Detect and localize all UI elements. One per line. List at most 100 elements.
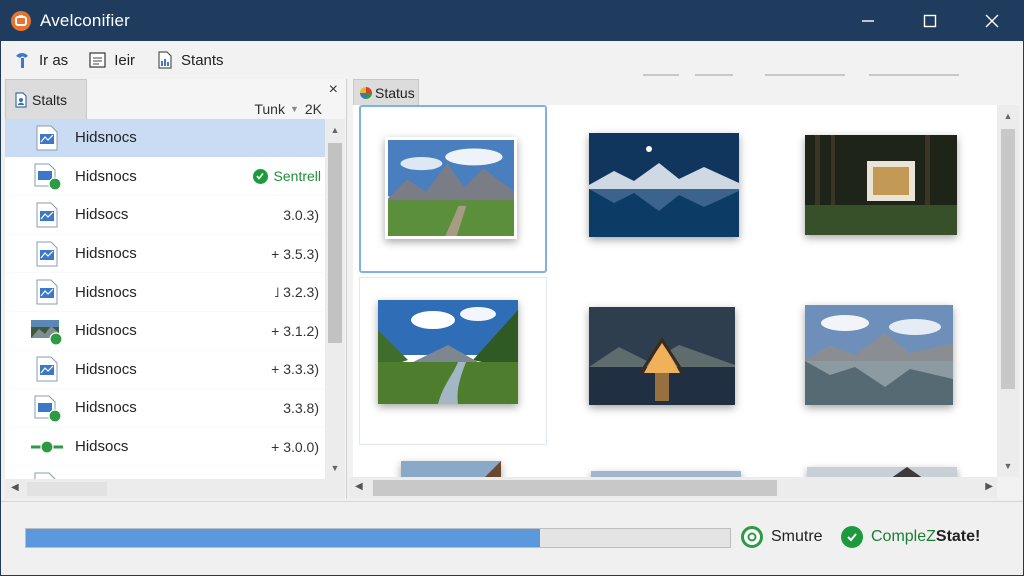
thumbnail-grid xyxy=(353,105,997,477)
list-item-value: + 3.5.3) xyxy=(271,245,319,262)
status-pinwheel-icon xyxy=(359,86,373,100)
thumbnail-cell[interactable] xyxy=(359,277,547,445)
list-item-label: Hidsnocs xyxy=(75,129,137,147)
list-item[interactable]: Hidsnocs Sentrell xyxy=(5,158,325,197)
image-file-icon xyxy=(31,201,63,229)
valley-river-photo xyxy=(378,300,518,404)
file-list: Hidsnocs Hidsnocs Sentrell Hidsocs 3.0.3) Hid… xyxy=(5,119,325,479)
scroll-left-icon[interactable]: ◀ xyxy=(355,481,363,492)
thumbnail-cell[interactable] xyxy=(791,105,979,273)
list-item[interactable]: Hidsnocs+ 3.2.8) xyxy=(5,466,325,479)
close-icon xyxy=(985,14,999,28)
partial-photo xyxy=(807,467,957,477)
list-item-label: Hidsocs xyxy=(75,438,129,456)
toolbar-divider xyxy=(643,74,679,76)
scroll-up-icon[interactable]: ▲ xyxy=(997,107,1019,125)
toolbar-button-stants[interactable]: Stants xyxy=(155,50,224,70)
horizontal-scrollbar[interactable]: ◀ xyxy=(5,479,345,499)
checkmark-icon xyxy=(252,168,268,184)
status-label: Smutre xyxy=(771,528,823,545)
vertical-scrollbar[interactable]: ▲ ▼ xyxy=(325,119,345,479)
chevron-down-icon: ▼ xyxy=(289,104,299,114)
mountain-meadow-photo xyxy=(385,137,517,239)
list-item[interactable]: Hidsnocs xyxy=(5,119,325,158)
toolbar-divider xyxy=(765,74,845,76)
toolbar-button-ir-as[interactable]: Ir as xyxy=(13,50,68,70)
slider-ok-icon xyxy=(31,433,63,461)
window-title: Avelconifier xyxy=(40,11,130,30)
image-file-ok-icon xyxy=(31,394,63,423)
list-item-value: 3.0.3) xyxy=(283,206,319,223)
sync-icon xyxy=(741,526,763,548)
list-item-value: ˩ 3.2.3) xyxy=(273,284,319,301)
scroll-right-icon[interactable]: ▶ xyxy=(985,481,993,492)
scroll-down-icon[interactable]: ▼ xyxy=(325,459,345,477)
list-item[interactable]: Hidsocs + 3.0.0) xyxy=(5,428,325,467)
thumbnail-cell[interactable] xyxy=(791,277,979,445)
toolbar-button-ieir[interactable]: Ieir xyxy=(88,50,135,70)
status-label-bold: State! xyxy=(935,528,981,545)
lit-cabin-photo xyxy=(589,307,735,405)
photo-thumb-ok-icon xyxy=(31,317,63,346)
panel-close-button[interactable]: × xyxy=(329,81,338,99)
thumbnail-cell[interactable] xyxy=(575,277,763,445)
close-button[interactable] xyxy=(961,1,1023,41)
tab-stalts[interactable]: Stalts xyxy=(5,79,87,119)
forest-frame-photo xyxy=(805,135,957,235)
status-label: CompleZ xyxy=(871,528,936,545)
list-item[interactable]: Hidsnocs + 3.3.3) xyxy=(5,351,325,390)
image-file-ok-icon xyxy=(31,471,63,479)
list-item-label: Hidsocs xyxy=(75,206,129,224)
toolbar-divider xyxy=(869,74,959,76)
thumbnail-cell[interactable] xyxy=(575,105,763,273)
thumbnail-cell-selected[interactable] xyxy=(359,105,547,273)
scroll-thumb[interactable] xyxy=(27,482,107,496)
status-bar: Smutre CompleZ State! xyxy=(1,501,1023,575)
list-item-value: + 3.1.2) xyxy=(271,322,319,339)
sort-label: Tunk xyxy=(254,101,285,117)
mountain-lake-photo xyxy=(805,305,953,405)
scroll-thumb[interactable] xyxy=(373,480,777,496)
tab-label: Stalts xyxy=(32,91,68,108)
list-item[interactable]: Hidsocs 3.0.3) xyxy=(5,196,325,235)
status-complete: CompleZ State! xyxy=(841,526,980,548)
minimize-icon xyxy=(862,20,874,22)
document-icon xyxy=(88,50,108,70)
list-item[interactable]: Hidsnocs + 3.1.2) xyxy=(5,312,325,351)
sort-value: 2K xyxy=(304,101,322,117)
list-item-value: + 3.3.3) xyxy=(271,361,319,378)
image-file-ok-icon xyxy=(31,162,63,191)
file-list-panel: Stalts × Tunk ▼ 2K Hidsnocs Hidsnocs Sentr… xyxy=(5,79,347,499)
list-item[interactable]: Hidsnocs + 3.5.3) xyxy=(5,235,325,274)
sort-control[interactable]: Tunk ▼ 2K xyxy=(254,101,322,117)
list-item-status: Sentrell xyxy=(252,168,321,185)
scroll-left-icon[interactable]: ◀ xyxy=(11,482,19,493)
scroll-up-icon[interactable]: ▲ xyxy=(325,121,345,139)
list-item-label: Hidsnocs xyxy=(75,399,137,417)
scroll-thumb[interactable] xyxy=(328,143,342,343)
list-item-label: Hidsnocs xyxy=(75,360,137,378)
list-item-label: Hidsnocs xyxy=(75,167,137,185)
image-file-icon xyxy=(31,278,63,306)
toolbar-label: Ir as xyxy=(39,51,69,69)
app-logo-icon xyxy=(11,11,31,31)
list-item[interactable]: Hidsnocs ˩ 3.2.3) xyxy=(5,273,325,312)
horizontal-scrollbar[interactable]: ◀ ▶ xyxy=(349,477,997,499)
scroll-down-icon[interactable]: ▼ xyxy=(997,457,1019,475)
status-text: Sentrell xyxy=(273,168,321,185)
title-bar: Avelconifier xyxy=(1,1,1023,41)
progress-fill xyxy=(26,529,540,547)
checkmark-icon xyxy=(841,526,863,548)
tab-label: Status xyxy=(375,84,415,101)
window-controls xyxy=(837,1,1023,41)
user-file-icon xyxy=(13,91,29,108)
tab-status[interactable]: Status xyxy=(353,79,419,105)
minimize-button[interactable] xyxy=(837,1,899,41)
partial-photo xyxy=(401,461,501,477)
toolbar-divider xyxy=(695,74,733,76)
vertical-scrollbar[interactable]: ▲ ▼ xyxy=(997,105,1019,477)
list-item[interactable]: Hidsnocs 3.3.8) xyxy=(5,389,325,428)
maximize-button[interactable] xyxy=(899,1,961,41)
image-file-icon xyxy=(31,240,63,268)
scroll-thumb[interactable] xyxy=(1001,129,1015,389)
